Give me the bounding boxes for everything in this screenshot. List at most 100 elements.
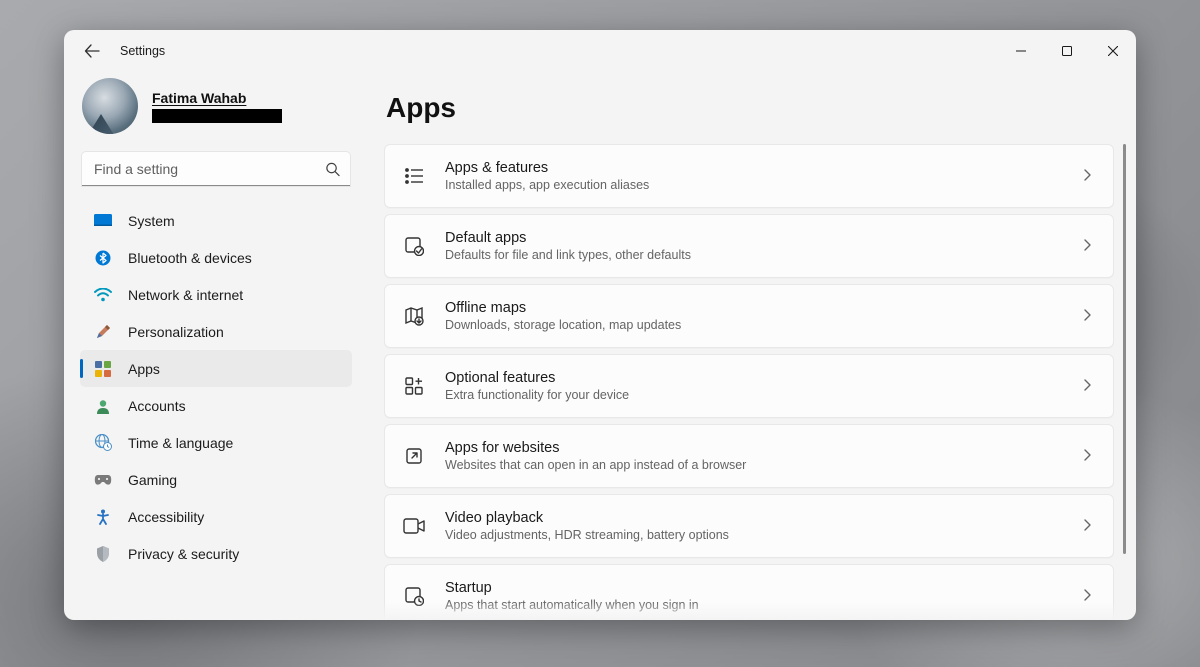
card-title: Offline maps (445, 300, 1081, 316)
default-apps-icon (403, 235, 425, 257)
card-text: Optional features Extra functionality fo… (445, 370, 1081, 402)
card-offline-maps[interactable]: Offline maps Downloads, storage location… (384, 284, 1114, 348)
card-subtitle: Defaults for file and link types, other … (445, 248, 1081, 262)
sidebar-item-system[interactable]: System (80, 202, 352, 239)
card-title: Apps for websites (445, 440, 1081, 456)
minimize-button[interactable] (998, 35, 1044, 67)
sidebar-item-label: Network & internet (128, 287, 243, 303)
card-subtitle: Apps that start automatically when you s… (445, 598, 1081, 612)
scrollbar[interactable] (1120, 144, 1128, 620)
sidebar-item-apps[interactable]: Apps (80, 350, 352, 387)
minimize-icon (1016, 46, 1026, 56)
sidebar-item-network[interactable]: Network & internet (80, 276, 352, 313)
search-input[interactable] (82, 152, 350, 186)
titlebar: Settings (64, 30, 1136, 72)
card-title: Apps & features (445, 160, 1081, 176)
settings-window: Settings Fatima Wahab (64, 30, 1136, 620)
card-title: Startup (445, 580, 1081, 596)
sidebar-item-label: Accounts (128, 398, 186, 414)
card-subtitle: Extra functionality for your device (445, 388, 1081, 402)
card-text: Apps for websites Websites that can open… (445, 440, 1081, 472)
list-icon (403, 165, 425, 187)
accessibility-icon (94, 508, 112, 526)
card-subtitle: Websites that can open in an app instead… (445, 458, 1081, 472)
window-title: Settings (120, 44, 165, 58)
sidebar-item-label: Gaming (128, 472, 177, 488)
page-title: Apps (384, 82, 1132, 144)
card-default-apps[interactable]: Default apps Defaults for file and link … (384, 214, 1114, 278)
sidebar-item-label: Bluetooth & devices (128, 250, 252, 266)
sidebar-item-gaming[interactable]: Gaming (80, 461, 352, 498)
maximize-button[interactable] (1044, 35, 1090, 67)
card-subtitle: Video adjustments, HDR streaming, batter… (445, 528, 1081, 542)
gamepad-icon (94, 471, 112, 489)
grid-plus-icon (403, 375, 425, 397)
chevron-right-icon (1081, 449, 1095, 463)
wifi-icon (94, 286, 112, 304)
close-button[interactable] (1090, 35, 1136, 67)
settings-items: Apps & features Installed apps, app exec… (384, 144, 1132, 620)
open-external-icon (403, 445, 425, 467)
sidebar-item-label: Personalization (128, 324, 224, 340)
profile-name: Fatima Wahab (152, 90, 282, 106)
globe-clock-icon (94, 434, 112, 452)
map-icon (403, 305, 425, 327)
sidebar: Fatima Wahab System Bluetooth & d (64, 72, 364, 620)
back-button[interactable] (82, 41, 102, 61)
window-controls (998, 35, 1136, 67)
scrollbar-thumb[interactable] (1123, 144, 1126, 554)
card-text: Default apps Defaults for file and link … (445, 230, 1081, 262)
card-title: Video playback (445, 510, 1081, 526)
titlebar-left: Settings (82, 41, 165, 61)
sidebar-item-label: Privacy & security (128, 546, 239, 562)
card-apps-features[interactable]: Apps & features Installed apps, app exec… (384, 144, 1114, 208)
close-icon (1108, 46, 1118, 56)
search-wrap (82, 152, 350, 186)
sidebar-item-accessibility[interactable]: Accessibility (80, 498, 352, 535)
accounts-icon (94, 397, 112, 415)
card-title: Default apps (445, 230, 1081, 246)
chevron-right-icon (1081, 519, 1095, 533)
card-startup[interactable]: Startup Apps that start automatically wh… (384, 564, 1114, 620)
search-icon (325, 162, 340, 177)
system-icon (94, 212, 112, 230)
avatar (82, 78, 138, 134)
shield-icon (94, 545, 112, 563)
card-subtitle: Installed apps, app execution aliases (445, 178, 1081, 192)
sidebar-item-label: System (128, 213, 175, 229)
card-video-playback[interactable]: Video playback Video adjustments, HDR st… (384, 494, 1114, 558)
main-panel: Apps Apps & features Installed apps, app… (364, 72, 1136, 620)
profile-text: Fatima Wahab (152, 90, 282, 123)
profile-block[interactable]: Fatima Wahab (80, 72, 352, 152)
apps-icon (94, 360, 112, 378)
arrow-left-icon (84, 43, 100, 59)
nav: System Bluetooth & devices Network & int… (80, 202, 352, 612)
window-body: Fatima Wahab System Bluetooth & d (64, 72, 1136, 620)
sidebar-item-personalization[interactable]: Personalization (80, 313, 352, 350)
chevron-right-icon (1081, 239, 1095, 253)
chevron-right-icon (1081, 169, 1095, 183)
profile-email-redacted (152, 109, 282, 123)
sidebar-item-bluetooth[interactable]: Bluetooth & devices (80, 239, 352, 276)
card-title: Optional features (445, 370, 1081, 386)
video-icon (403, 515, 425, 537)
sidebar-item-label: Apps (128, 361, 160, 377)
sidebar-item-privacy[interactable]: Privacy & security (80, 535, 352, 572)
paintbrush-icon (94, 323, 112, 341)
bluetooth-icon (94, 249, 112, 267)
card-text: Offline maps Downloads, storage location… (445, 300, 1081, 332)
startup-icon (403, 585, 425, 607)
sidebar-item-label: Accessibility (128, 509, 204, 525)
card-text: Startup Apps that start automatically wh… (445, 580, 1081, 612)
card-text: Apps & features Installed apps, app exec… (445, 160, 1081, 192)
chevron-right-icon (1081, 309, 1095, 323)
chevron-right-icon (1081, 379, 1095, 393)
card-text: Video playback Video adjustments, HDR st… (445, 510, 1081, 542)
sidebar-item-accounts[interactable]: Accounts (80, 387, 352, 424)
card-apps-for-websites[interactable]: Apps for websites Websites that can open… (384, 424, 1114, 488)
card-optional-features[interactable]: Optional features Extra functionality fo… (384, 354, 1114, 418)
chevron-right-icon (1081, 589, 1095, 603)
sidebar-item-label: Time & language (128, 435, 233, 451)
card-subtitle: Downloads, storage location, map updates (445, 318, 1081, 332)
sidebar-item-time-language[interactable]: Time & language (80, 424, 352, 461)
